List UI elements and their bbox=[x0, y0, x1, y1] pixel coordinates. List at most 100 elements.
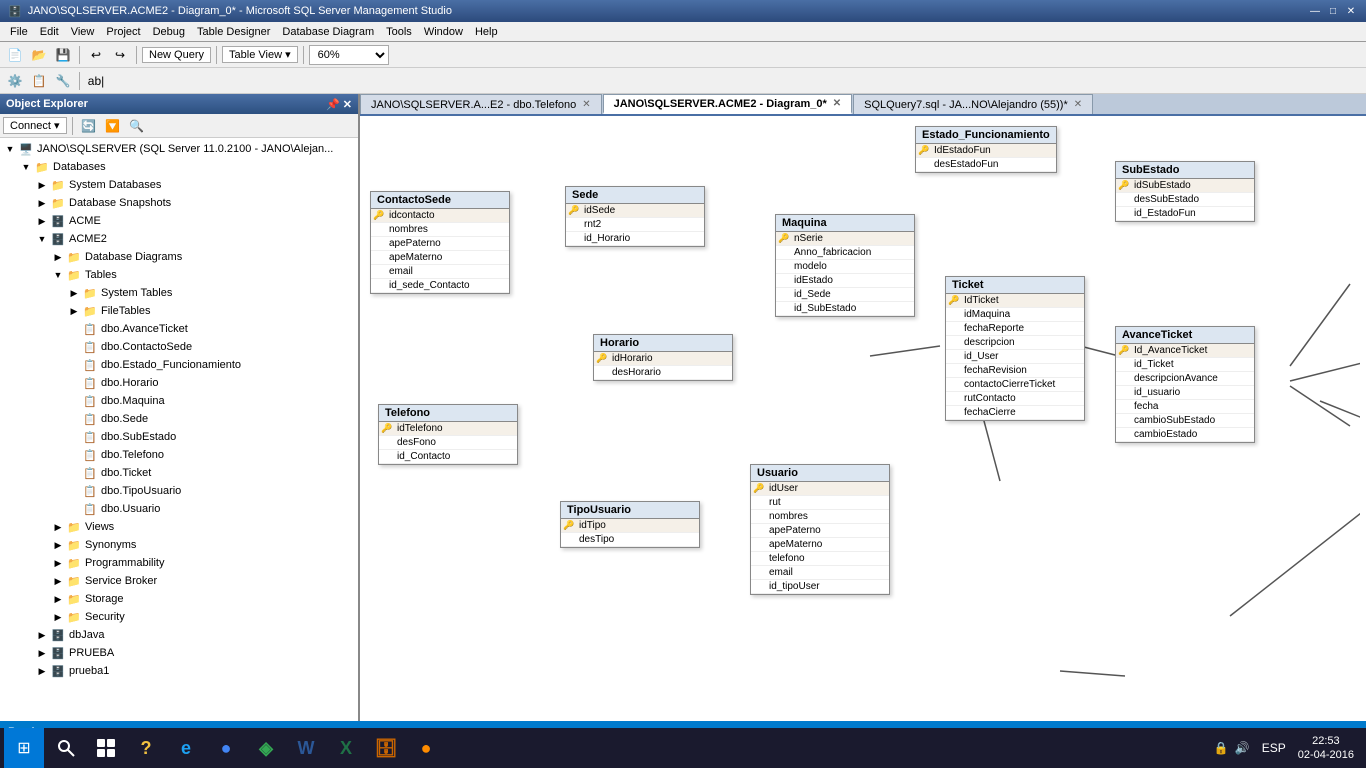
tree-item-0[interactable]: ▼🖥️JANO\SQLSERVER (SQL Server 11.0.2100 … bbox=[0, 140, 358, 158]
tab-1[interactable]: JANO\SQLSERVER.ACME2 - Diagram_0*✕ bbox=[603, 94, 853, 114]
tab-close-0[interactable]: ✕ bbox=[582, 99, 590, 110]
zoom-select[interactable]: 60% 75% 100% 125% 150% bbox=[309, 45, 389, 65]
taskbar-excel-button[interactable]: X bbox=[328, 730, 364, 766]
tree-item-23[interactable]: ▶📁Programmability bbox=[0, 554, 358, 572]
db-table-avanceticket[interactable]: AvanceTicketId_AvanceTicketid_Ticketdesc… bbox=[1115, 326, 1255, 443]
tree-expand-4[interactable]: ▶ bbox=[34, 213, 50, 229]
tree-item-11[interactable]: 📋dbo.ContactoSede bbox=[0, 338, 358, 356]
taskbar-edge-button[interactable]: e bbox=[168, 730, 204, 766]
oe-filter-button[interactable]: 🔽 bbox=[102, 115, 124, 137]
tree-item-15[interactable]: 📋dbo.Sede bbox=[0, 410, 358, 428]
tree-item-22[interactable]: ▶📁Synonyms bbox=[0, 536, 358, 554]
tb2-btn3[interactable]: 🔧 bbox=[52, 70, 74, 92]
tree-item-4[interactable]: ▶🗄️ACME bbox=[0, 212, 358, 230]
db-table-tipousuario[interactable]: TipoUsuarioidTipodesTipo bbox=[560, 501, 700, 548]
tree-expand-22[interactable]: ▶ bbox=[50, 537, 66, 553]
maximize-button[interactable]: □ bbox=[1326, 4, 1340, 18]
menu-item-tools[interactable]: Tools bbox=[380, 25, 418, 39]
tree-item-25[interactable]: ▶📁Storage bbox=[0, 590, 358, 608]
tree-expand-17[interactable] bbox=[66, 447, 82, 463]
db-table-sede[interactable]: SedeidSedernt2id_Horario bbox=[565, 186, 705, 247]
tree-item-6[interactable]: ▶📁Database Diagrams bbox=[0, 248, 358, 266]
taskbar-search-button[interactable] bbox=[48, 730, 84, 766]
tree-item-12[interactable]: 📋dbo.Estado_Funcionamiento bbox=[0, 356, 358, 374]
new-file-button[interactable]: 📄 bbox=[4, 44, 26, 66]
minimize-button[interactable]: — bbox=[1308, 4, 1322, 18]
db-table-usuario[interactable]: UsuarioidUserrutnombresapePaternoapeMate… bbox=[750, 464, 890, 595]
tree-expand-15[interactable] bbox=[66, 411, 82, 427]
tree-expand-3[interactable]: ▶ bbox=[34, 195, 50, 211]
tree-expand-20[interactable] bbox=[66, 501, 82, 517]
tree-expand-26[interactable]: ▶ bbox=[50, 609, 66, 625]
tree-item-20[interactable]: 📋dbo.Usuario bbox=[0, 500, 358, 518]
tree-expand-1[interactable]: ▼ bbox=[18, 159, 34, 175]
tree-expand-6[interactable]: ▶ bbox=[50, 249, 66, 265]
tree-item-27[interactable]: ▶🗄️dbJava bbox=[0, 626, 358, 644]
tree-item-17[interactable]: 📋dbo.Telefono bbox=[0, 446, 358, 464]
menu-item-edit[interactable]: Edit bbox=[34, 25, 65, 39]
menu-item-window[interactable]: Window bbox=[418, 25, 469, 39]
tab-close-1[interactable]: ✕ bbox=[833, 98, 841, 109]
diagram-area[interactable]: Estado_FuncionamientoIdEstadoFundesEstad… bbox=[360, 116, 1366, 721]
tree-expand-11[interactable] bbox=[66, 339, 82, 355]
tree-expand-29[interactable]: ▶ bbox=[34, 663, 50, 679]
tree-expand-16[interactable] bbox=[66, 429, 82, 445]
tree-item-19[interactable]: 📋dbo.TipoUsuario bbox=[0, 482, 358, 500]
new-query-button[interactable]: New Query bbox=[142, 47, 211, 63]
tree-item-16[interactable]: 📋dbo.SubEstado bbox=[0, 428, 358, 446]
tree-expand-18[interactable] bbox=[66, 465, 82, 481]
start-button[interactable]: ⊞ bbox=[4, 728, 44, 768]
undo-button[interactable]: ↩ bbox=[85, 44, 107, 66]
tree-item-8[interactable]: ▶📁System Tables bbox=[0, 284, 358, 302]
tree-expand-23[interactable]: ▶ bbox=[50, 555, 66, 571]
db-table-contactosede[interactable]: ContactoSedeidcontactonombresapePaternoa… bbox=[370, 191, 510, 294]
tree-item-3[interactable]: ▶📁Database Snapshots bbox=[0, 194, 358, 212]
tree-item-7[interactable]: ▼📁Tables bbox=[0, 266, 358, 284]
taskbar-maps-button[interactable]: ◈ bbox=[248, 730, 284, 766]
tree-item-29[interactable]: ▶🗄️prueba1 bbox=[0, 662, 358, 680]
tree-expand-0[interactable]: ▼ bbox=[2, 141, 18, 157]
menu-item-debug[interactable]: Debug bbox=[147, 25, 191, 39]
language-indicator[interactable]: ESP bbox=[1258, 741, 1290, 755]
redo-button[interactable]: ↪ bbox=[109, 44, 131, 66]
tab-2[interactable]: SQLQuery7.sql - JA...NO\Alejandro (55))*… bbox=[853, 94, 1093, 114]
taskbar-explorer-button[interactable]: ? bbox=[128, 730, 164, 766]
tab-0[interactable]: JANO\SQLSERVER.A...E2 - dbo.Telefono✕ bbox=[360, 94, 602, 114]
tree-expand-8[interactable]: ▶ bbox=[66, 285, 82, 301]
oe-search-button[interactable]: 🔍 bbox=[126, 115, 148, 137]
tree-expand-2[interactable]: ▶ bbox=[34, 177, 50, 193]
menu-item-view[interactable]: View bbox=[65, 25, 101, 39]
menu-item-help[interactable]: Help bbox=[469, 25, 504, 39]
taskbar-ssms-button[interactable]: 🗄 bbox=[368, 730, 404, 766]
oe-connect-button[interactable]: Connect ▾ bbox=[3, 117, 67, 134]
tree-item-18[interactable]: 📋dbo.Ticket bbox=[0, 464, 358, 482]
tree-expand-14[interactable] bbox=[66, 393, 82, 409]
tree-item-24[interactable]: ▶📁Service Broker bbox=[0, 572, 358, 590]
db-table-subestado[interactable]: SubEstadoidSubEstadodesSubEstadoid_Estad… bbox=[1115, 161, 1255, 222]
close-button[interactable]: ✕ bbox=[1344, 4, 1358, 18]
oe-pin-button[interactable]: 📌 bbox=[326, 98, 340, 111]
db-table-maquina[interactable]: MaquinanSerieAnno_fabricacionmodeloidEst… bbox=[775, 214, 915, 317]
taskbar-word-button[interactable]: W bbox=[288, 730, 324, 766]
tree-expand-9[interactable]: ▶ bbox=[66, 303, 82, 319]
menu-item-file[interactable]: File bbox=[4, 25, 34, 39]
taskbar-orange-app-button[interactable]: ● bbox=[408, 730, 444, 766]
taskbar-chrome-button[interactable]: ● bbox=[208, 730, 244, 766]
tree-expand-12[interactable] bbox=[66, 357, 82, 373]
tree-item-21[interactable]: ▶📁Views bbox=[0, 518, 358, 536]
tb2-btn1[interactable]: ⚙️ bbox=[4, 70, 26, 92]
tree-expand-7[interactable]: ▼ bbox=[50, 267, 66, 283]
tab-close-2[interactable]: ✕ bbox=[1074, 99, 1082, 110]
tree-item-28[interactable]: ▶🗄️PRUEBA bbox=[0, 644, 358, 662]
menu-item-project[interactable]: Project bbox=[100, 25, 146, 39]
tree-expand-28[interactable]: ▶ bbox=[34, 645, 50, 661]
taskbar-taskview-button[interactable] bbox=[88, 730, 124, 766]
tree-expand-19[interactable] bbox=[66, 483, 82, 499]
tree-item-10[interactable]: 📋dbo.AvanceTicket bbox=[0, 320, 358, 338]
taskbar-clock[interactable]: 22:5302-04-2016 bbox=[1298, 734, 1354, 763]
tree-item-1[interactable]: ▼📁Databases bbox=[0, 158, 358, 176]
menu-item-database diagram[interactable]: Database Diagram bbox=[276, 25, 380, 39]
table-view-button[interactable]: Table View ▾ bbox=[222, 46, 298, 63]
db-table-estadofuncionamiento[interactable]: Estado_FuncionamientoIdEstadoFundesEstad… bbox=[915, 126, 1057, 173]
tree-expand-10[interactable] bbox=[66, 321, 82, 337]
